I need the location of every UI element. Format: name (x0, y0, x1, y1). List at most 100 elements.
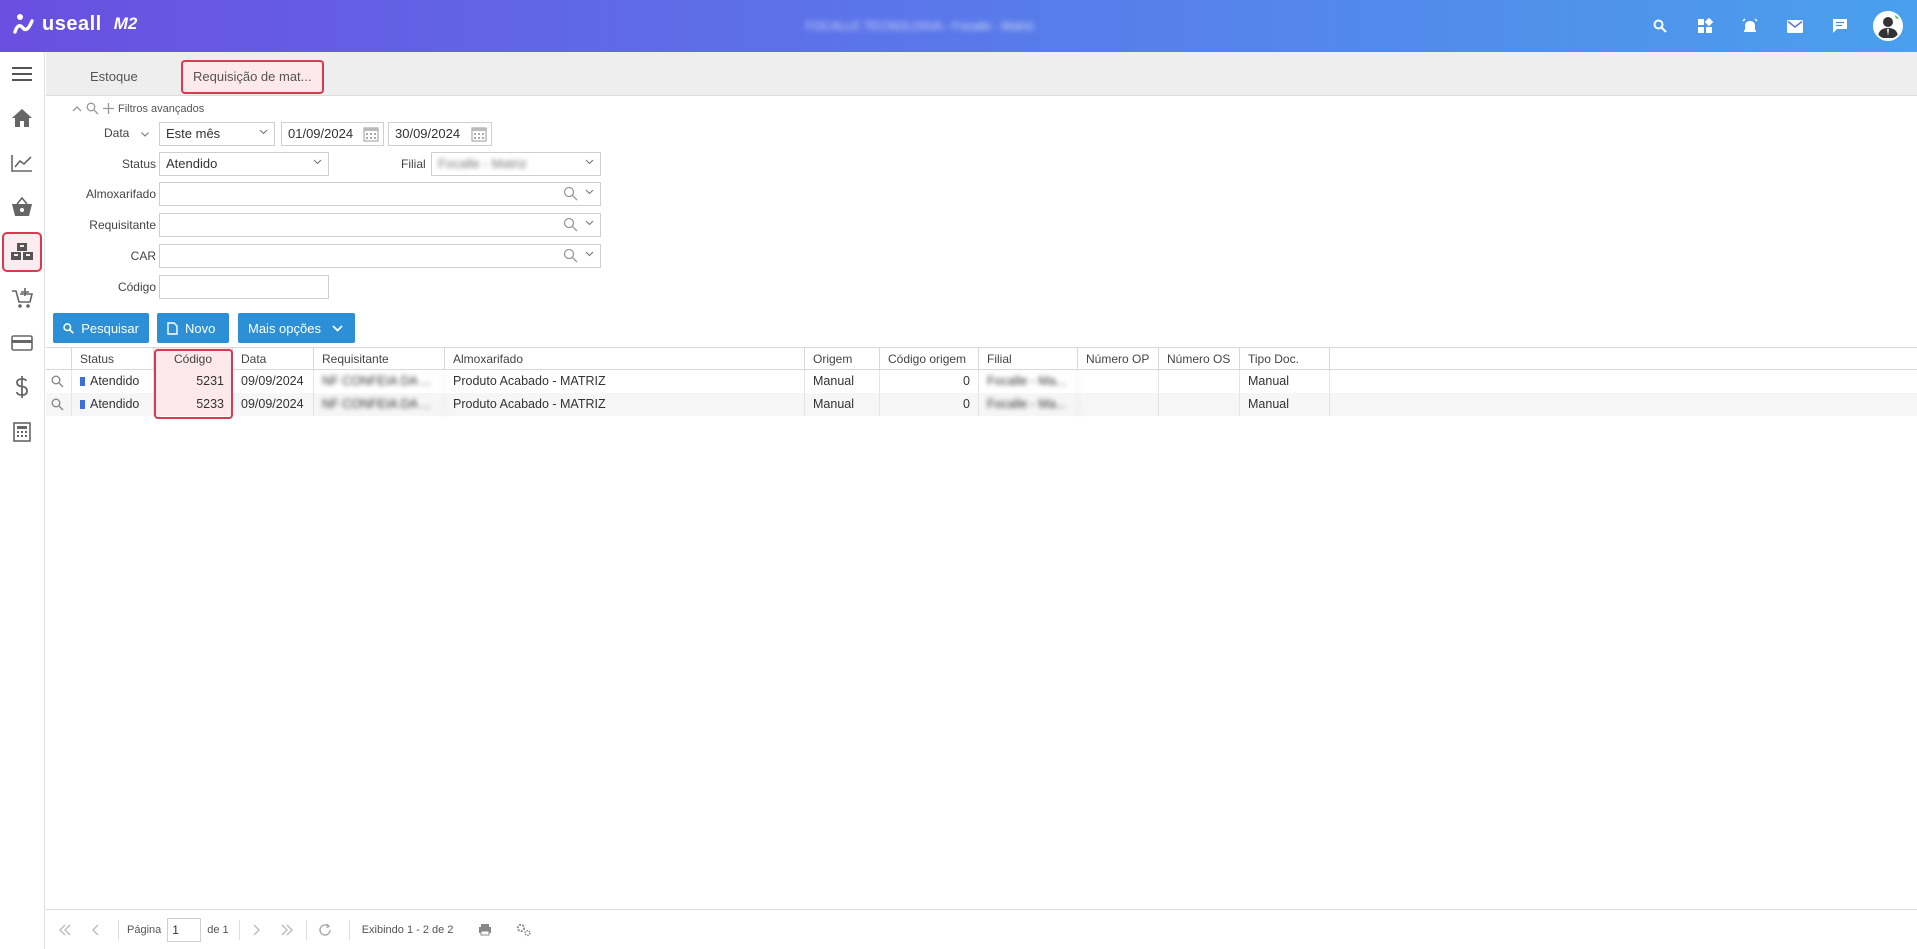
header-numero-os[interactable]: Número OS (1159, 348, 1240, 370)
chevron-down-icon (140, 132, 149, 137)
status-select[interactable]: Atendido (159, 152, 329, 176)
chevron-down-icon (259, 129, 268, 135)
cell-codigo: 5231 (154, 370, 233, 393)
dollar-icon[interactable] (2, 367, 42, 407)
user-avatar[interactable] (1873, 11, 1903, 41)
header-codigo[interactable]: Código (154, 348, 233, 370)
page-number-input[interactable]: 1 (167, 917, 202, 942)
chevron-down-icon (313, 159, 322, 165)
last-page-icon[interactable] (278, 924, 296, 936)
previous-page-icon[interactable] (88, 924, 102, 936)
cell-codigo-origem: 0 (880, 393, 979, 416)
new-button-label: Novo (185, 320, 216, 336)
calculator-icon[interactable] (2, 412, 42, 452)
chevron-up-icon[interactable] (72, 105, 82, 112)
search-button[interactable]: Pesquisar (53, 313, 149, 343)
alarm-icon[interactable] (1738, 8, 1762, 44)
chat-icon[interactable] (1828, 8, 1852, 44)
car-input[interactable] (159, 244, 601, 268)
calendar-icon[interactable] (471, 126, 487, 142)
header-codigo-origem[interactable]: Código origem (880, 348, 979, 370)
sidebar (0, 52, 45, 949)
calendar-icon[interactable] (363, 126, 379, 142)
header-data[interactable]: Data (233, 348, 314, 370)
settings-icon[interactable] (515, 923, 533, 937)
search-icon[interactable] (563, 217, 578, 232)
date-from-value: 01/09/2024 (288, 126, 354, 141)
search-icon[interactable] (1648, 8, 1672, 44)
print-icon[interactable] (477, 923, 493, 936)
search-icon[interactable] (563, 248, 578, 263)
showing-count: Exibindo 1 - 2 de 2 (361, 923, 454, 936)
header-tipo-doc[interactable]: Tipo Doc. (1240, 348, 1330, 370)
header-numero-op[interactable]: Número OP (1078, 348, 1159, 370)
online-status-dot (1893, 13, 1901, 21)
chevron-down-icon[interactable] (585, 249, 594, 258)
next-page-icon[interactable] (250, 924, 264, 936)
separator (348, 919, 350, 940)
advanced-filters-toggle[interactable]: Filtros avançados (72, 102, 204, 115)
date-from-input[interactable]: 01/09/2024 (281, 122, 384, 146)
top-actions (1648, 8, 1903, 44)
status-text: Atendido (90, 397, 140, 411)
cell-status: Atendido (72, 393, 154, 416)
separator (305, 919, 307, 940)
advanced-filters-label: Filtros avançados (118, 102, 205, 115)
cell-filial: Focalle - Ma... (979, 370, 1078, 393)
requisitante-input[interactable] (159, 213, 601, 237)
separator (118, 919, 119, 940)
almoxarifado-input[interactable] (159, 182, 601, 206)
date-to-input[interactable]: 30/09/2024 (388, 122, 492, 146)
pagination-bar: Página 1 de 1 Exibindo 1 - 2 de 2 (46, 909, 1917, 949)
header-filial[interactable]: Filial (979, 348, 1078, 370)
status-label: Status (121, 157, 156, 171)
table-row[interactable]: Atendido 5233 09/09/2024 NF CONFEIA DA .… (46, 393, 1917, 416)
date-filter-label: Data (104, 126, 130, 140)
chevron-down-icon[interactable] (585, 187, 594, 196)
cell-codigo-origem: 0 (880, 370, 979, 393)
app-logo[interactable]: useall M2 (12, 12, 137, 36)
table-row[interactable]: Atendido 5231 09/09/2024 NF CONFEIA DA .… (46, 370, 1917, 393)
period-select[interactable]: Este mês (159, 122, 275, 146)
tab-requisicao-material[interactable]: Requisição de mat... (181, 60, 324, 94)
chart-icon[interactable] (2, 143, 42, 183)
date-filter-select[interactable]: Data (104, 126, 149, 140)
row-view-button[interactable] (46, 393, 72, 416)
plus-icon[interactable] (103, 103, 114, 114)
cell-tipo-doc: Manual (1240, 370, 1330, 393)
almoxarifado-label: Almoxarifado (85, 187, 156, 201)
search-icon (51, 375, 64, 388)
header-status[interactable]: Status (72, 348, 154, 370)
apps-icon[interactable] (1693, 8, 1717, 44)
cell-status: Atendido (72, 370, 154, 393)
status-indicator (80, 377, 85, 387)
separator (238, 919, 240, 940)
basket-icon[interactable] (2, 187, 42, 227)
row-view-button[interactable] (46, 370, 72, 393)
search-icon[interactable] (86, 102, 99, 115)
more-options-button[interactable]: Mais opções (238, 313, 355, 343)
header-origem[interactable]: Origem (805, 348, 880, 370)
company-name[interactable]: FOCALLE TECNOLOGIA - Focalle - Matriz (780, 19, 1060, 33)
first-page-icon[interactable] (56, 924, 74, 936)
chevron-down-icon[interactable] (585, 218, 594, 227)
refresh-icon[interactable] (317, 923, 333, 937)
more-options-label: Mais opções (248, 320, 321, 336)
header-requisitante[interactable]: Requisitante (314, 348, 445, 370)
mail-icon[interactable] (1783, 8, 1807, 44)
home-icon[interactable] (2, 98, 42, 138)
header-almoxarifado[interactable]: Almoxarifado (445, 348, 805, 370)
new-button[interactable]: Novo (157, 313, 229, 343)
tab-estoque[interactable]: Estoque (80, 60, 148, 94)
cell-numero-os (1159, 370, 1240, 393)
codigo-input[interactable] (159, 275, 329, 299)
card-icon[interactable] (2, 323, 42, 363)
menu-icon[interactable] (2, 54, 42, 94)
boxes-icon[interactable] (2, 232, 42, 272)
cart-add-icon[interactable] (2, 278, 42, 318)
page-label: Página (127, 923, 162, 936)
search-icon (51, 398, 64, 411)
search-icon[interactable] (563, 186, 578, 201)
filial-select[interactable]: Focalle - Matriz (431, 152, 601, 176)
document-icon (167, 321, 178, 335)
